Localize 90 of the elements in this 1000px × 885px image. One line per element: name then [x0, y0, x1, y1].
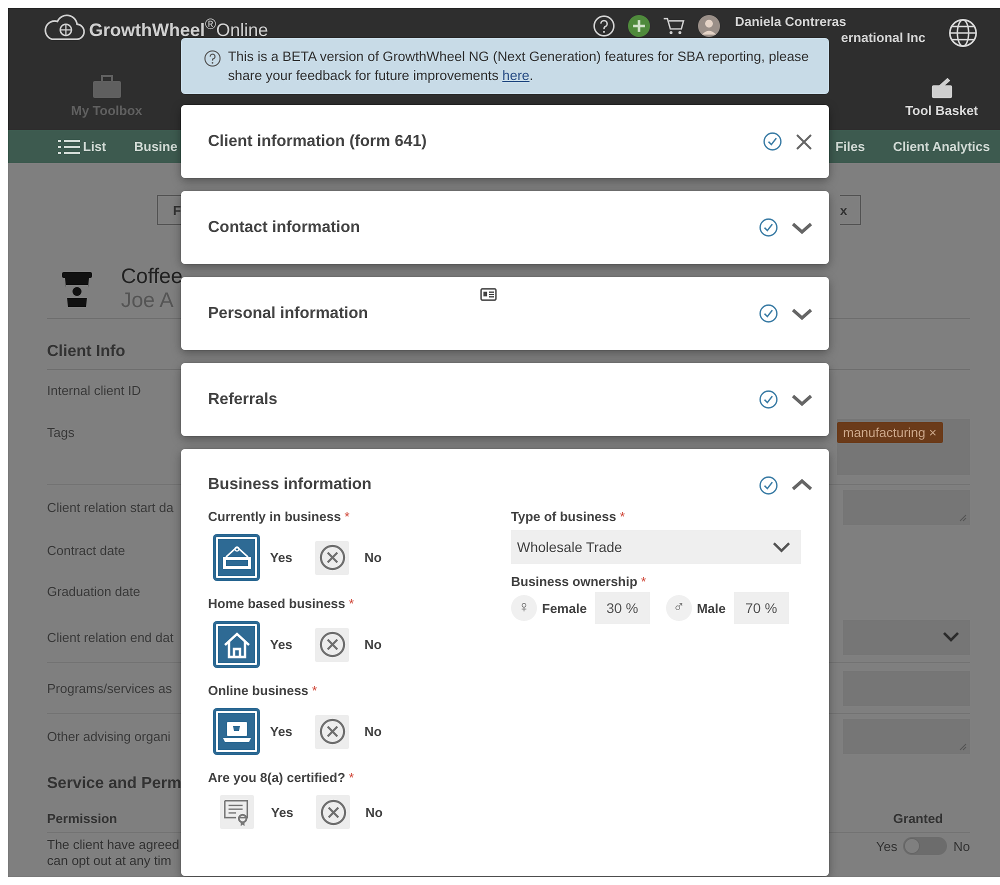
nav-item[interactable]: Files	[835, 139, 865, 154]
chevron-down-icon[interactable]	[791, 394, 813, 406]
action-button[interactable]: x	[840, 195, 861, 225]
chevron-down-icon	[772, 541, 791, 553]
cloud-logo-icon	[42, 14, 86, 42]
field-label: Tags	[47, 425, 74, 440]
question-label: Home based business *	[208, 596, 355, 611]
help-icon	[204, 50, 221, 67]
section-heading: Service and Perm	[47, 774, 182, 794]
option-tile[interactable]	[315, 628, 350, 662]
x-circle-icon	[320, 798, 347, 826]
resize-handle-icon	[959, 743, 967, 751]
house-icon	[222, 630, 250, 658]
panel-title[interactable]: Referrals	[208, 390, 278, 408]
field-label: Internal client ID	[47, 383, 141, 398]
percent-field[interactable]: 30 %	[594, 592, 650, 624]
open-sign-icon	[222, 546, 252, 570]
resize-handle-icon	[959, 514, 967, 522]
question-label: Are you 8(a) certified? *	[208, 770, 355, 785]
option-tile[interactable]	[220, 795, 254, 829]
option-tile[interactable]	[315, 540, 350, 574]
briefcase-icon	[92, 75, 122, 99]
option-label: No	[364, 724, 382, 739]
option-label: Yes	[270, 637, 292, 652]
cart-icon[interactable]	[663, 15, 685, 37]
toggle-label: Yes	[876, 838, 898, 854]
question-label: Currently in business *	[208, 509, 351, 524]
chevron-down-icon	[942, 631, 960, 643]
panel-title[interactable]: Business information	[208, 476, 372, 494]
option-tile[interactable]	[315, 714, 350, 748]
globe-icon[interactable]	[948, 18, 978, 48]
option-tile[interactable]	[213, 708, 260, 755]
field-label: Contract date	[47, 543, 126, 558]
column-header: Permission	[47, 811, 118, 826]
field-label: Type of business *	[511, 509, 626, 524]
option-tile[interactable]	[213, 621, 260, 668]
question-label: Online business *	[208, 683, 318, 698]
option-label: Yes	[270, 550, 292, 565]
toggle-label: No	[953, 838, 970, 854]
feedback-link[interactable]: here	[502, 68, 530, 83]
chevron-down-icon[interactable]	[791, 222, 813, 234]
option-tile[interactable]	[316, 795, 350, 829]
add-icon[interactable]	[628, 15, 650, 37]
option-label: No	[364, 550, 382, 565]
coffee-cup-icon	[60, 269, 94, 309]
laptop-icon	[222, 720, 252, 744]
field-label: Other advising organi	[47, 729, 171, 744]
chevron-up-icon[interactable]	[791, 479, 813, 491]
close-icon[interactable]	[795, 132, 813, 150]
menu-icon	[58, 138, 80, 154]
option-label: No	[364, 637, 382, 652]
user-name: Daniela Contreras	[735, 14, 846, 29]
organization-name: ernational Inc	[841, 30, 926, 45]
gender-symbol: ♂	[666, 595, 692, 621]
gender-symbol: ♀	[511, 595, 537, 621]
field-label: Programs/services as	[47, 680, 172, 696]
help-icon[interactable]	[593, 15, 615, 37]
avatar[interactable]	[698, 15, 720, 37]
brand-name: GrowthWheel$^{®}$Online	[89, 15, 268, 41]
permission-text: can opt out at any tim	[47, 853, 172, 869]
option-label: Yes	[271, 804, 294, 820]
client-name: Coffee	[121, 265, 182, 289]
tag[interactable]: manufacturing ×	[837, 422, 943, 443]
nav-item[interactable]: Busine	[134, 139, 178, 154]
percent-field[interactable]: 70 %	[734, 592, 789, 624]
nav-item[interactable]: List	[58, 138, 106, 154]
column-header: Granted	[893, 811, 943, 826]
chevron-down-icon[interactable]	[791, 308, 813, 320]
toggle-switch[interactable]	[903, 837, 948, 855]
panel-title[interactable]: Contact information	[208, 218, 360, 236]
option-label: Yes	[270, 724, 292, 739]
permission-text: The client have agreed	[47, 837, 180, 853]
banner-text: This is a BETA version of GrowthWheel NG (Next Generation) features for SBA reporting, please share your feedback for future improvements here.	[228, 48, 810, 85]
owner-label: Male	[696, 600, 726, 616]
field-label: Client relation start da	[47, 500, 174, 515]
x-circle-icon	[318, 718, 346, 745]
nav-item[interactable]: Client Analytics	[892, 139, 990, 154]
field-label: Client relation end dat	[47, 630, 174, 644]
field-label: Graduation date	[47, 584, 140, 599]
owner-label: Female	[542, 600, 587, 616]
tags-field[interactable]: manufacturing ×	[837, 419, 970, 475]
option-label: No	[365, 804, 383, 820]
x-circle-icon	[318, 544, 346, 571]
business-type-dropdown[interactable]: Wholesale Trade	[511, 530, 801, 564]
toolbar-button[interactable]: Tool Basket	[905, 72, 978, 130]
x-circle-icon	[318, 631, 346, 658]
option-tile[interactable]	[213, 534, 260, 581]
field-label: Business ownership *	[511, 574, 648, 589]
panel-title[interactable]: Client information (form 641)	[208, 132, 427, 150]
toolbox-icon	[930, 77, 953, 99]
